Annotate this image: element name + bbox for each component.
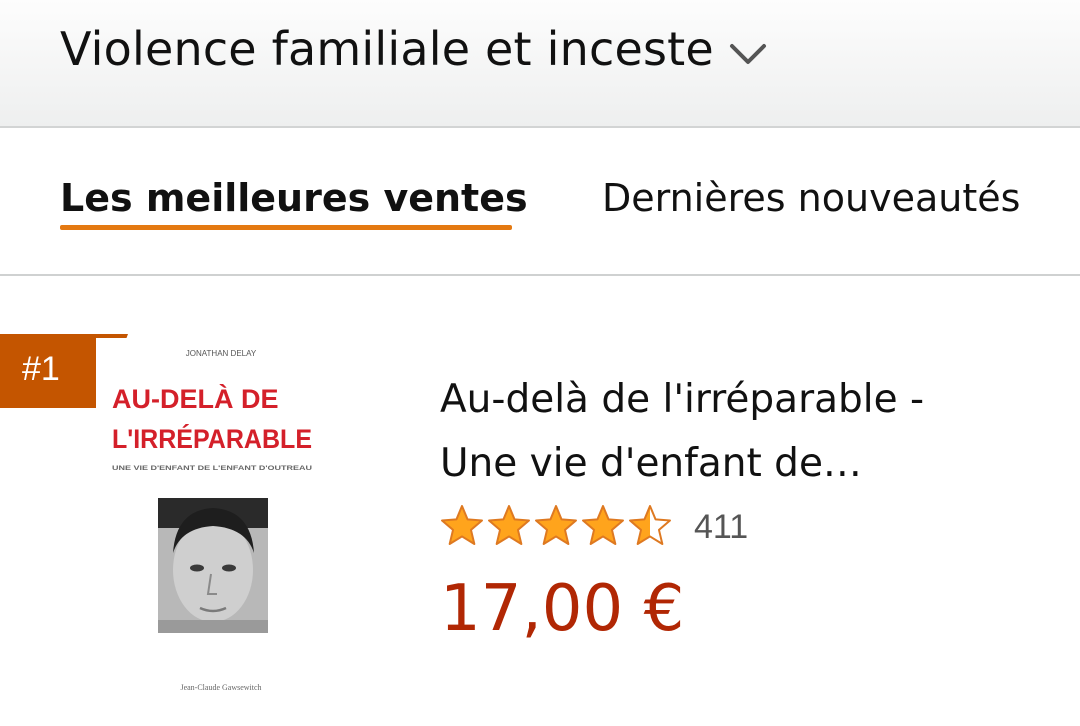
book-cover-image[interactable]: JONATHAN DELAY AU-DELÀ DE L'IRRÉPARABLE … — [96, 338, 346, 698]
review-count: 411 — [694, 507, 749, 546]
product-list-item[interactable]: #1 JONATHAN DELAY AU-DELÀ DE L'IRRÉPARAB… — [0, 276, 1080, 726]
cover-publisher: Jean-Claude Gawsewitch — [180, 683, 261, 692]
category-title: Violence familiale et inceste — [60, 22, 714, 76]
product-price: 17,00 € — [440, 572, 685, 646]
product-title[interactable]: Au-delà de l'irréparable - Une vie d'enf… — [440, 368, 1040, 496]
star-icon — [582, 505, 624, 545]
cover-subtitle: UNE VIE D'ENFANT DE L'ENFANT D'OUTREAU — [112, 466, 312, 472]
category-dropdown[interactable]: Violence familiale et inceste — [60, 18, 768, 80]
tab-bar: Les meilleures ventes Dernières nouveaut… — [0, 128, 1080, 276]
star-rating — [441, 505, 671, 545]
cover-title-line2: L'IRRÉPARABLE — [112, 423, 312, 454]
header-bar: Violence familiale et inceste — [0, 0, 1080, 128]
tab-best-sellers[interactable]: Les meilleures ventes — [60, 176, 528, 220]
rank-number: #1 — [22, 350, 60, 388]
active-tab-indicator — [60, 225, 512, 230]
cover-author: JONATHAN DELAY — [186, 349, 257, 358]
star-icon — [629, 505, 671, 545]
rating-row[interactable]: 411 — [440, 504, 748, 550]
star-icon — [488, 505, 530, 545]
product-title-line2: Une vie d'enfant de… — [440, 441, 862, 486]
product-title-line1: Au-delà de l'irréparable - — [440, 377, 925, 422]
cover-photo — [158, 498, 268, 633]
star-icon — [535, 505, 577, 545]
star-icon — [441, 505, 483, 545]
tab-overflow-fade — [1020, 158, 1080, 238]
chevron-down-icon — [729, 44, 766, 64]
tab-new-releases[interactable]: Dernières nouveautés — [602, 176, 1020, 220]
cover-title-line1: AU-DELÀ DE — [112, 383, 279, 414]
